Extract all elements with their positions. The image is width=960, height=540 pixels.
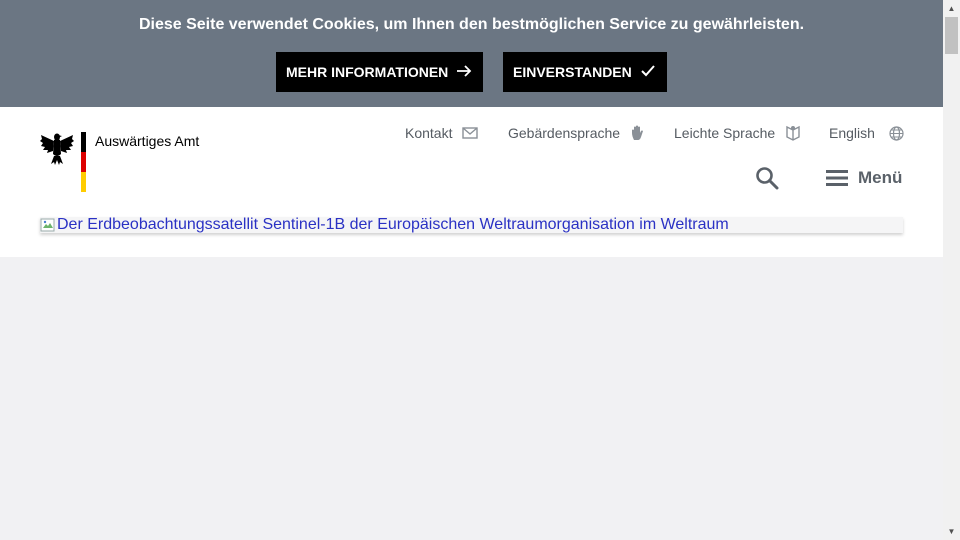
scroll-up-arrow-icon[interactable]: ▲ xyxy=(943,0,960,17)
nav-link-label: English xyxy=(829,125,875,141)
more-info-label: MEHR INFORMATIONEN xyxy=(286,64,449,80)
nav-link-label: Leichte Sprache xyxy=(674,125,776,141)
arrow-right-icon xyxy=(457,65,472,77)
book-icon xyxy=(786,125,800,141)
menu-button[interactable]: Menü xyxy=(826,166,902,190)
nav-link-label: Kontakt xyxy=(405,125,453,141)
cookie-banner: Diese Seite verwendet Cookies, um Ihnen … xyxy=(0,0,943,107)
scroll-thumb[interactable] xyxy=(945,17,958,54)
site-header xyxy=(0,107,943,217)
hand-icon xyxy=(632,125,644,140)
hero-image[interactable]: Der Erdbeobachtungssatellit Sentinel-1B … xyxy=(40,216,729,234)
more-info-button[interactable]: MEHR INFORMATIONEN xyxy=(276,52,483,92)
mail-icon xyxy=(462,127,479,139)
german-flag-stripe xyxy=(81,132,86,192)
nav-link-label: Gebärdensprache xyxy=(508,125,621,141)
accept-button[interactable]: EINVERSTANDEN xyxy=(503,52,667,92)
nav-link-english[interactable]: English xyxy=(829,125,904,141)
broken-image-icon xyxy=(40,218,55,232)
checkmark-icon xyxy=(641,65,655,77)
hamburger-icon xyxy=(826,170,848,186)
nav-link-gebaerdensprache[interactable]: Gebärdensprache xyxy=(508,125,644,141)
federal-eagle-logo[interactable] xyxy=(40,130,74,166)
search-icon[interactable] xyxy=(755,166,779,190)
globe-icon xyxy=(889,125,904,141)
menu-label: Menü xyxy=(858,168,903,187)
scroll-down-arrow-icon[interactable]: ▼ xyxy=(943,523,960,540)
nav-link-kontakt[interactable]: Kontakt xyxy=(405,125,479,141)
hero-image-alt-text: Der Erdbeobachtungssatellit Sentinel-1B … xyxy=(57,216,729,233)
cookie-message: Diese Seite verwendet Cookies, um Ihnen … xyxy=(138,16,805,33)
site-logo-text[interactable]: Auswärtiges Amt xyxy=(95,133,199,149)
vertical-scrollbar[interactable]: ▲ ▼ xyxy=(943,0,960,540)
accept-label: EINVERSTANDEN xyxy=(513,64,632,80)
nav-link-leichte-sprache[interactable]: Leichte Sprache xyxy=(674,125,801,141)
